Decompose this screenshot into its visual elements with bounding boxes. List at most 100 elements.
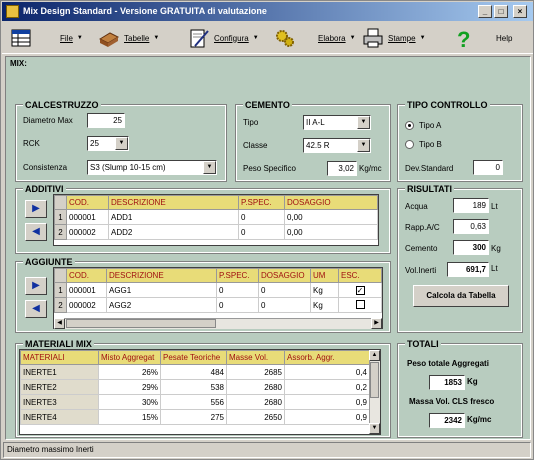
cell-cod[interactable]: 000001 [66, 209, 109, 225]
cell-misto[interactable]: 29% [98, 379, 161, 395]
cell-materiale[interactable]: INERTE3 [20, 394, 99, 410]
column-header[interactable]: ESC. [338, 268, 382, 283]
column-header[interactable]: COD. [66, 268, 107, 283]
consistenza-select[interactable]: S3 (Slump 10-15 cm) ▼ [87, 160, 217, 175]
scroll-up-icon[interactable]: ▲ [369, 350, 380, 361]
dropdown-arrow-icon[interactable]: ▼ [357, 116, 370, 129]
column-header[interactable]: Misto Aggregat [98, 350, 161, 365]
cell-assorb[interactable]: 0,9 [284, 409, 370, 425]
cell-descrizione[interactable]: ADD1 [108, 209, 239, 225]
menu-configura[interactable]: Configura ▼ [188, 26, 259, 50]
dev-standard-input[interactable]: 0 [473, 160, 503, 175]
cell-cod[interactable]: 000002 [66, 297, 107, 313]
scroll-thumb[interactable] [370, 362, 379, 398]
column-header[interactable]: Pesate Teoriche [160, 350, 227, 365]
menu-file[interactable]: File ▼ [60, 26, 83, 50]
cell-materiale[interactable]: INERTE4 [20, 409, 99, 425]
table-row[interactable]: 2 000002 AGG2 0 0 Kg [54, 297, 382, 313]
cell-um[interactable]: Kg [310, 282, 339, 298]
classe-select[interactable]: 42.5 R ▼ [303, 138, 371, 153]
table-row[interactable]: 1 000001 AGG1 0 0 Kg ✓ [54, 282, 382, 298]
table-row[interactable]: INERTE4 15% 275 2650 0,9 [20, 409, 370, 425]
cell-pesate[interactable]: 538 [160, 379, 227, 395]
diametro-input[interactable]: 25 [87, 113, 125, 128]
maximize-button[interactable]: □ [494, 5, 508, 18]
cell-pspec[interactable]: 0 [216, 297, 259, 313]
cell-pspec[interactable]: 0 [216, 282, 259, 298]
cell-masse[interactable]: 2680 [226, 379, 285, 395]
minimize-button[interactable]: _ [478, 5, 492, 18]
column-header[interactable]: DESCRIZIONE [108, 195, 239, 210]
aggiunte-next-button[interactable]: ▶ [25, 277, 47, 295]
column-header[interactable]: Assorb. Aggr. [284, 350, 370, 365]
gears-button[interactable] [274, 26, 300, 50]
tipo-a-radio[interactable] [405, 121, 414, 130]
column-header[interactable]: COD. [66, 195, 109, 210]
aggiunte-prev-button[interactable]: ◀ [25, 300, 47, 318]
cell-misto[interactable]: 30% [98, 394, 161, 410]
cell-cod[interactable]: 000001 [66, 282, 107, 298]
cell-assorb[interactable]: 0,9 [284, 394, 370, 410]
close-button[interactable]: × [513, 5, 527, 18]
cell-pesate[interactable]: 556 [160, 394, 227, 410]
help-icon-button[interactable]: ? [452, 26, 478, 50]
horizontal-scrollbar[interactable]: ◀ ▶ [54, 318, 382, 329]
cell-um[interactable]: Kg [310, 297, 339, 313]
cell-assorb[interactable]: 0,2 [284, 379, 370, 395]
cell-cod[interactable]: 000002 [66, 224, 109, 240]
cell-masse[interactable]: 2650 [226, 409, 285, 425]
cell-misto[interactable]: 15% [98, 409, 161, 425]
peso-specifico-input[interactable]: 3,02 [327, 161, 357, 176]
column-header[interactable]: Masse Vol. [226, 350, 285, 365]
calcola-da-tabella-button[interactable]: Calcola da Tabella [413, 285, 509, 307]
cell-dosaggio[interactable]: 0,00 [284, 209, 378, 225]
table-row[interactable]: 2 000002 ADD2 0 0,00 [54, 224, 378, 240]
cell-dosaggio[interactable]: 0 [258, 282, 311, 298]
menu-elabora[interactable]: Elabora ▼ [318, 26, 356, 50]
cell-dosaggio[interactable]: 0,00 [284, 224, 378, 240]
column-header[interactable]: UM [310, 268, 339, 283]
cell-pspec[interactable]: 0 [238, 209, 285, 225]
tipo-b-radio[interactable] [405, 140, 414, 149]
dropdown-arrow-icon[interactable]: ▼ [357, 139, 370, 152]
menu-help[interactable]: Help [496, 26, 512, 50]
scroll-thumb[interactable] [66, 319, 216, 328]
esc-checkbox-checked[interactable]: ✓ [355, 285, 365, 295]
cell-descrizione[interactable]: ADD2 [108, 224, 239, 240]
column-header[interactable]: DOSAGGIO [284, 195, 378, 210]
cell-misto[interactable]: 26% [98, 364, 161, 380]
cell-descrizione[interactable]: AGG2 [106, 297, 217, 313]
menu-tabelle[interactable]: Tabelle ▼ [98, 26, 159, 50]
menu-stampe[interactable]: Stampe ▼ [362, 26, 426, 50]
cell-descrizione[interactable]: AGG1 [106, 282, 217, 298]
additivi-prev-button[interactable]: ◀ [25, 223, 47, 241]
column-header[interactable]: MATERIALI [20, 350, 99, 365]
scroll-right-icon[interactable]: ▶ [371, 318, 382, 329]
cell-materiale[interactable]: INERTE1 [20, 364, 99, 380]
additivi-next-button[interactable]: ▶ [25, 200, 47, 218]
column-header[interactable]: DESCRIZIONE [106, 268, 217, 283]
esc-checkbox[interactable] [355, 299, 365, 309]
scroll-left-icon[interactable]: ◀ [54, 318, 65, 329]
cell-pesate[interactable]: 484 [160, 364, 227, 380]
rck-select[interactable]: 25 ▼ [87, 136, 129, 151]
table-row[interactable]: INERTE3 30% 556 2680 0,9 [20, 394, 370, 410]
grid-icon-button[interactable] [10, 26, 36, 50]
dropdown-arrow-icon[interactable]: ▼ [115, 137, 128, 150]
cell-pspec[interactable]: 0 [238, 224, 285, 240]
cell-masse[interactable]: 2685 [226, 364, 285, 380]
column-header[interactable]: P.SPEC. [238, 195, 285, 210]
scroll-down-icon[interactable]: ▼ [369, 423, 380, 434]
cell-masse[interactable]: 2680 [226, 394, 285, 410]
dropdown-arrow-icon[interactable]: ▼ [203, 161, 216, 174]
table-row[interactable]: INERTE1 26% 484 2685 0,4 [20, 364, 370, 380]
cell-esc[interactable] [338, 297, 382, 313]
table-row[interactable]: 1 000001 ADD1 0 0,00 [54, 209, 378, 225]
cell-assorb[interactable]: 0,4 [284, 364, 370, 380]
column-header[interactable]: P.SPEC. [216, 268, 259, 283]
tipo-select[interactable]: II A-L ▼ [303, 115, 371, 130]
cell-pesate[interactable]: 275 [160, 409, 227, 425]
cell-materiale[interactable]: INERTE2 [20, 379, 99, 395]
cell-dosaggio[interactable]: 0 [258, 297, 311, 313]
vertical-scrollbar[interactable]: ▲ ▼ [369, 350, 380, 434]
